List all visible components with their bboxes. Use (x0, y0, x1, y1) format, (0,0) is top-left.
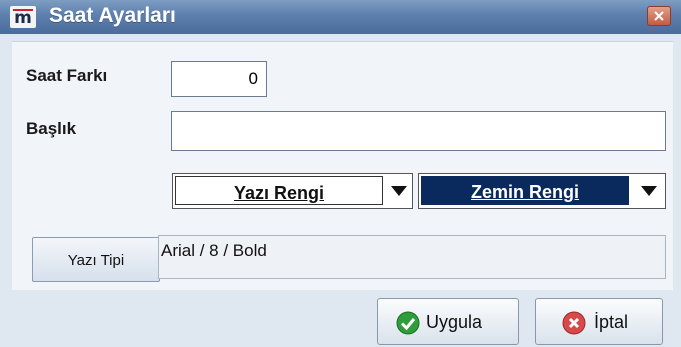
text-color-dropdown[interactable]: Yazı Rengi (172, 173, 413, 209)
background-color-swatch: Zemin Rengi (421, 176, 629, 205)
app-logo-icon: m (10, 6, 36, 28)
green-check-icon (396, 311, 420, 335)
chevron-down-icon (641, 186, 657, 196)
settings-panel: Saat Farkı 0 Başlık Yazı Rengi Zemin Ren… (12, 41, 673, 290)
window-title: Saat Ayarları (49, 4, 176, 27)
cancel-button[interactable]: İptal (535, 298, 663, 345)
time-offset-label: Saat Farkı (26, 66, 108, 85)
app-logo-letter: m (14, 8, 32, 28)
close-button[interactable] (647, 6, 671, 26)
font-type-button[interactable]: Yazı Tipi (32, 237, 160, 282)
title-bar[interactable]: m Saat Ayarları (0, 0, 681, 34)
apply-label: Uygula (426, 312, 483, 332)
time-offset-field[interactable]: 0 (171, 61, 267, 97)
red-x-icon (562, 311, 586, 335)
chevron-down-icon (391, 186, 407, 196)
background-color-dropdown[interactable]: Zemin Rengi (418, 173, 666, 209)
cancel-label: İptal (594, 312, 629, 332)
title-label: Başlık (26, 119, 77, 138)
settings-window: m Saat Ayarları Saat Farkı 0 Başlık Yazı… (0, 0, 681, 347)
current-font-display: Arial / 8 / Bold (158, 235, 666, 279)
apply-button[interactable]: Uygula (377, 298, 519, 345)
title-field[interactable] (171, 111, 666, 151)
text-color-swatch: Yazı Rengi (175, 176, 383, 205)
close-icon (654, 11, 664, 21)
